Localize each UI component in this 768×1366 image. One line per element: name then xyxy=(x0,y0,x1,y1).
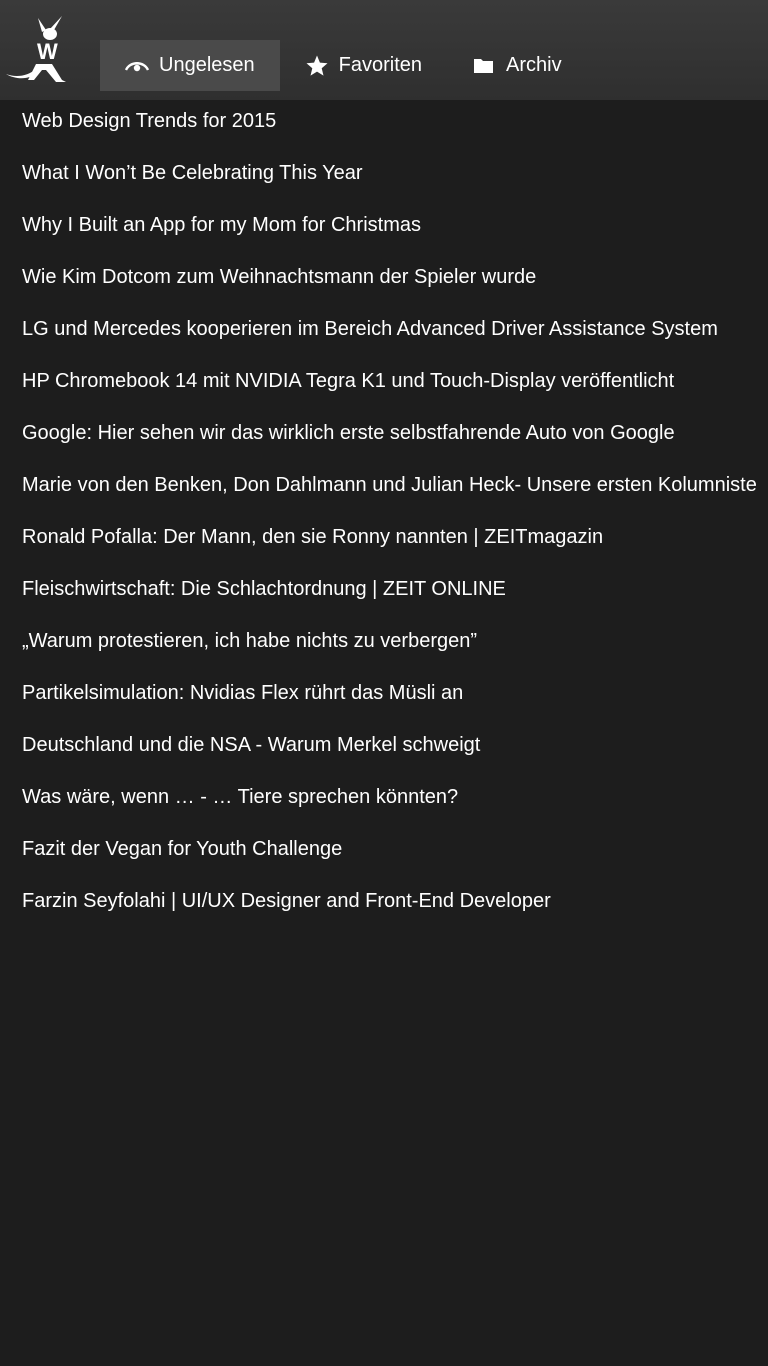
list-item[interactable]: Deutschland und die NSA - Warum Merkel s… xyxy=(0,724,768,776)
article-list: Web Design Trends for 2015 What I Won’t … xyxy=(0,100,768,932)
tab-unread-label: Ungelesen xyxy=(159,54,255,76)
list-item[interactable]: Google: Hier sehen wir das wirklich erst… xyxy=(0,412,768,464)
wallabag-logo-icon[interactable]: W xyxy=(6,14,70,84)
list-item[interactable]: What I Won’t Be Celebrating This Year xyxy=(0,152,768,204)
folder-icon xyxy=(472,54,496,78)
list-item[interactable]: Marie von den Benken, Don Dahlmann und J… xyxy=(0,464,768,516)
list-item[interactable]: Wie Kim Dotcom zum Weihnachtsmann der Sp… xyxy=(0,256,768,308)
list-item[interactable]: LG und Mercedes kooperieren im Bereich A… xyxy=(0,308,768,360)
tab-favorites-label: Favoriten xyxy=(338,54,422,76)
list-item[interactable]: HP Chromebook 14 mit NVIDIA Tegra K1 und… xyxy=(0,360,768,412)
list-item[interactable]: Ronald Pofalla: Der Mann, den sie Ronny … xyxy=(0,516,768,568)
list-item[interactable]: „Warum protestieren, ich habe nichts zu … xyxy=(0,620,768,672)
list-item[interactable]: Farzin Seyfolahi | UI/UX Designer and Fr… xyxy=(0,880,768,932)
eye-icon xyxy=(125,54,149,78)
list-item[interactable]: Fazit der Vegan for Youth Challenge xyxy=(0,828,768,880)
list-item[interactable]: Why I Built an App for my Mom for Christ… xyxy=(0,204,768,256)
tab-unread[interactable]: Ungelesen xyxy=(100,40,280,91)
list-item[interactable]: Fleischwirtschaft: Die Schlachtordnung |… xyxy=(0,568,768,620)
tab-favorites[interactable]: Favoriten xyxy=(280,40,447,91)
svg-text:W: W xyxy=(37,39,58,64)
view-tabs: Ungelesen Favoriten Archiv xyxy=(100,40,587,91)
app-header: W Ungelesen Favoriten Archiv xyxy=(0,0,768,100)
star-icon xyxy=(305,54,329,78)
tab-archive-label: Archiv xyxy=(506,54,562,76)
list-item[interactable]: Web Design Trends for 2015 xyxy=(0,100,768,152)
list-item[interactable]: Partikelsimulation: Nvidias Flex rührt d… xyxy=(0,672,768,724)
list-item[interactable]: Was wäre, wenn … - … Tiere sprechen könn… xyxy=(0,776,768,828)
tab-archive[interactable]: Archiv xyxy=(447,40,587,91)
